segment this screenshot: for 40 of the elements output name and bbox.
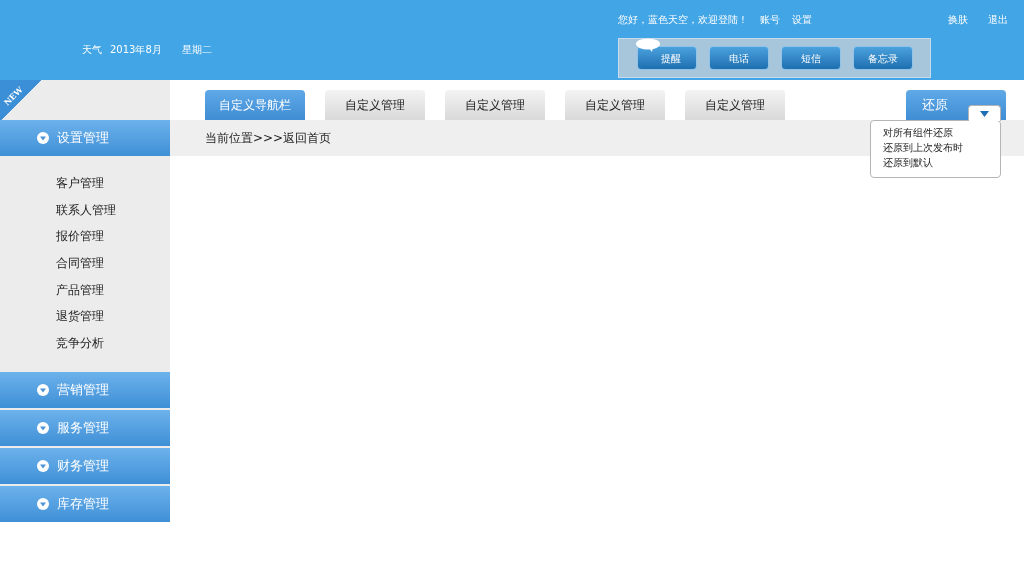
- menu-item[interactable]: 还原到上次发布时: [883, 140, 1000, 155]
- nav-tab[interactable]: 自定义导航栏: [205, 90, 305, 120]
- quick-button[interactable]: 备忘录: [853, 46, 913, 70]
- header-link[interactable]: 设置: [792, 11, 812, 27]
- date-text: 2013年8月: [110, 42, 162, 57]
- nav-tab[interactable]: 自定义管理: [445, 90, 545, 120]
- nav-tab[interactable]: 自定义管理: [685, 90, 785, 120]
- caret-icon: [37, 131, 49, 144]
- menu-item[interactable]: 还原到默认: [883, 155, 1000, 170]
- weekday-text: 星期二: [181, 42, 212, 57]
- caret-icon: [37, 460, 49, 472]
- menu-item[interactable]: 对所有组件还原: [883, 125, 1000, 140]
- caret-icon: [37, 422, 49, 434]
- greeting-text: 您好，蓝色天空，欢迎登陆！: [618, 12, 748, 27]
- caret-icon: [37, 384, 49, 396]
- sidebar-item[interactable]: 竞争分析: [56, 329, 170, 356]
- weather-label: 天气: [82, 42, 102, 57]
- sidebar-item[interactable]: 合同管理: [56, 249, 170, 277]
- breadcrumb: 当前位置>>>返回首页: [205, 130, 332, 147]
- sidebar-section[interactable]: 库存管理: [0, 486, 170, 522]
- header-link[interactable]: 换肤: [948, 11, 968, 27]
- header-link[interactable]: 退出: [988, 11, 1008, 27]
- sidebar-section[interactable]: 设置管理: [0, 119, 170, 156]
- header-link[interactable]: 账号: [760, 11, 780, 27]
- quick-button[interactable]: 短信: [781, 46, 841, 70]
- sidebar-item[interactable]: 报价管理: [56, 223, 170, 250]
- sidebar-section[interactable]: 服务管理: [0, 410, 170, 446]
- sidebar-item[interactable]: 客户管理: [56, 169, 170, 197]
- caret-icon: [980, 110, 989, 117]
- nav-tab[interactable]: 自定义管理: [325, 90, 425, 120]
- sidebar-item[interactable]: 产品管理: [56, 276, 170, 303]
- sidebar-section[interactable]: 财务管理: [0, 448, 170, 484]
- caret-icon: [37, 498, 49, 510]
- quick-button[interactable]: 电话: [709, 46, 769, 70]
- quick-button[interactable]: 提醒: [637, 46, 697, 70]
- sidebar-section[interactable]: 营销管理: [0, 372, 170, 408]
- sidebar-item[interactable]: 退货管理: [56, 302, 170, 330]
- dropdown-toggle[interactable]: [968, 105, 1001, 121]
- sidebar-item[interactable]: 联系人管理: [56, 196, 170, 224]
- nav-tab[interactable]: 自定义管理: [565, 90, 665, 120]
